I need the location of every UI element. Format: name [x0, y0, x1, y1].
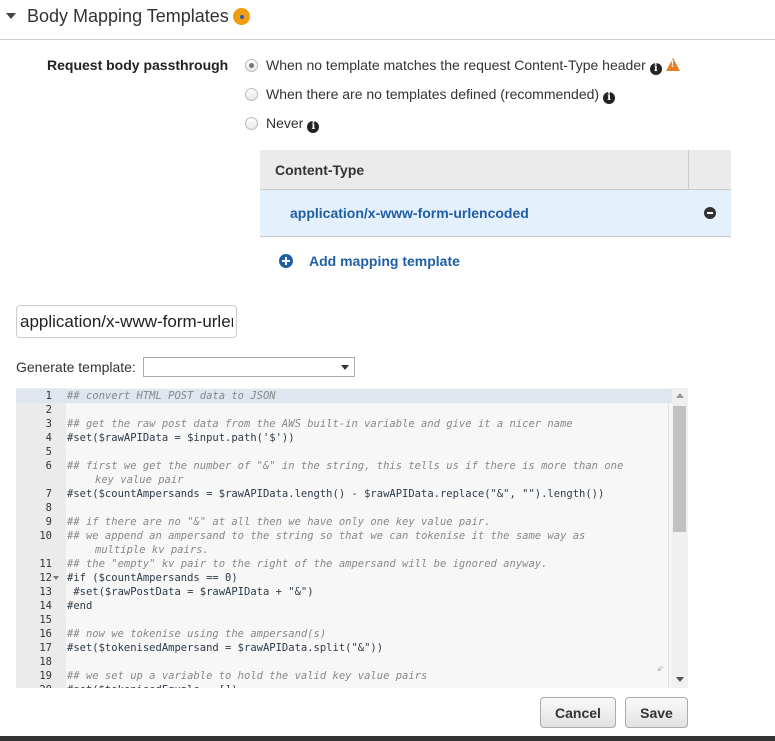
code-line[interactable]: 4 #set($rawAPIData = $input.path('$'))	[16, 431, 672, 445]
code-text: ## first we get the number of "&" in the…	[67, 460, 624, 472]
option-label: Never	[266, 115, 304, 131]
code-line[interactable]: 19 ## we set up a variable to hold the va…	[16, 669, 672, 683]
code-line[interactable]: 18	[16, 655, 672, 669]
footer-bar	[0, 736, 775, 741]
code-text-wrap: multiple kv pairs.	[95, 544, 209, 556]
passthrough-option[interactable]: Never i	[266, 115, 320, 133]
info-icon[interactable]: i	[307, 121, 320, 133]
line-number: 1	[45, 390, 52, 402]
line-number: 14	[39, 600, 52, 612]
line-number: 4	[45, 432, 52, 444]
code-text: ## we set up a variable to hold the vali…	[67, 670, 428, 682]
line-number: 16	[39, 628, 52, 640]
passthrough-label: Request body passthrough	[47, 57, 229, 73]
resize-handle-icon[interactable]: ⇙	[657, 660, 669, 674]
code-text: #set($tokenisedAmpersand = $rawAPIData.s…	[67, 642, 384, 654]
code-line[interactable]: 8	[16, 501, 672, 515]
code-line[interactable]: 3 ## get the raw post data from the AWS b…	[16, 417, 672, 431]
code-text-wrap: key value pair	[95, 474, 184, 486]
passthrough-option[interactable]: When there are no templates defined (rec…	[266, 86, 616, 104]
info-icon[interactable]: i	[649, 63, 662, 75]
section-header[interactable]: Body Mapping Templates	[0, 0, 775, 40]
code-line[interactable]: 1 ## convert HTML POST data to JSON	[16, 389, 672, 403]
line-number: 11	[39, 558, 52, 570]
line-number: 18	[39, 656, 52, 668]
code-line[interactable]: 9 ## if there are no "&" at all then we h…	[16, 515, 672, 529]
cancel-button[interactable]: Cancel	[540, 697, 616, 728]
save-button[interactable]: Save	[625, 697, 688, 728]
scroll-down-icon[interactable]	[676, 677, 684, 682]
line-number: 9	[45, 516, 52, 528]
code-text: #set($rawAPIData = $input.path('$'))	[67, 432, 295, 444]
passthrough-radio[interactable]	[245, 88, 258, 101]
code-text: ## we append an ampersand to the string …	[67, 530, 586, 542]
info-icon[interactable]: i	[603, 92, 616, 104]
table-row[interactable]: application/x-www-form-urlencoded	[260, 190, 731, 237]
code-text: #set($rawPostData = $rawAPIData + "&")	[67, 586, 314, 598]
code-line[interactable]: 13 #set($rawPostData = $rawAPIData + "&"…	[16, 585, 672, 599]
scrollbar-thumb[interactable]	[673, 406, 686, 532]
code-text: ## now we tokenise using the ampersand(s…	[67, 628, 327, 640]
code-line[interactable]: 7 #set($countAmpersands = $rawAPIData.len…	[16, 487, 672, 501]
content-type-table: Content-Type application/x-www-form-urle…	[260, 150, 731, 237]
content-type-input[interactable]	[16, 305, 237, 338]
column-header-content-type: Content-Type	[275, 162, 365, 178]
code-text: ## if there are no "&" at all then we ha…	[67, 516, 491, 528]
fold-toggle-icon[interactable]	[53, 576, 59, 580]
line-number: 15	[39, 614, 52, 626]
add-mapping-template-button[interactable]: Add mapping template	[279, 253, 460, 269]
status-indicator-icon	[233, 8, 250, 25]
generate-template-select[interactable]	[143, 357, 355, 377]
line-number: 20	[16, 683, 52, 688]
warning-icon[interactable]	[665, 58, 680, 71]
code-line[interactable]: 14 #end	[16, 599, 672, 613]
code-line[interactable]: 20 #set($tokenisedEquals = [])	[16, 683, 672, 688]
code-text: #set($tokenisedEquals = [])	[67, 683, 238, 688]
passthrough-radio[interactable]	[245, 117, 258, 130]
template-code-editor[interactable]: 1 ## convert HTML POST data to JSON 2 3 ## g…	[16, 388, 688, 688]
option-label: When no template matches the request Con…	[266, 57, 646, 73]
content-type-value[interactable]: application/x-www-form-urlencoded	[290, 205, 529, 221]
line-number: 19	[39, 670, 52, 682]
code-text: #set($countAmpersands = $rawAPIData.leng…	[67, 488, 605, 500]
code-line[interactable]: 5	[16, 445, 672, 459]
code-line[interactable]: 17 #set($tokenisedAmpersand = $rawAPIData…	[16, 641, 672, 655]
option-label: When there are no templates defined (rec…	[266, 86, 600, 102]
code-line[interactable]: 11 ## the "empty" kv pair to the right of…	[16, 557, 672, 571]
code-line[interactable]: 16 ## now we tokenise using the ampersand…	[16, 627, 672, 641]
line-number: 7	[45, 488, 52, 500]
code-text: ## get the raw post data from the AWS bu…	[67, 418, 573, 430]
line-number: 12	[39, 572, 52, 584]
code-text: ## the "empty" kv pair to the right of t…	[67, 558, 548, 570]
code-line[interactable]: 12 #if ($countAmpersands == 0)	[16, 571, 672, 585]
plus-icon	[279, 254, 293, 268]
code-line[interactable]: 2	[16, 403, 672, 417]
code-line[interactable]: 10 ## we append an ampersand to the strin…	[16, 529, 672, 543]
code-line-wrap: multiple kv pairs.	[16, 543, 672, 557]
line-number: 2	[45, 404, 52, 416]
line-number: 13	[39, 586, 52, 598]
line-number: 8	[45, 502, 52, 514]
scroll-up-icon[interactable]	[676, 393, 684, 398]
add-mapping-template-label: Add mapping template	[309, 253, 460, 269]
generate-template-label: Generate template:	[16, 359, 136, 375]
line-number: 3	[45, 418, 52, 430]
code-text: ## convert HTML POST data to JSON	[67, 390, 276, 402]
line-number: 5	[45, 446, 52, 458]
collapse-caret-icon[interactable]	[6, 13, 16, 19]
passthrough-radio[interactable]	[245, 59, 258, 72]
code-text: #end	[67, 600, 93, 612]
passthrough-option[interactable]: When no template matches the request Con…	[266, 57, 680, 75]
code-line[interactable]: 15	[16, 613, 672, 627]
remove-icon[interactable]	[704, 207, 716, 219]
code-text: #if ($countAmpersands == 0)	[67, 572, 238, 584]
line-number: 6	[45, 460, 52, 472]
line-number: 17	[39, 642, 52, 654]
line-number: 10	[39, 530, 52, 542]
code-line-wrap: key value pair	[16, 473, 672, 487]
code-line[interactable]: 6 ## first we get the number of "&" in th…	[16, 459, 672, 473]
section-title: Body Mapping Templates	[27, 6, 229, 26]
